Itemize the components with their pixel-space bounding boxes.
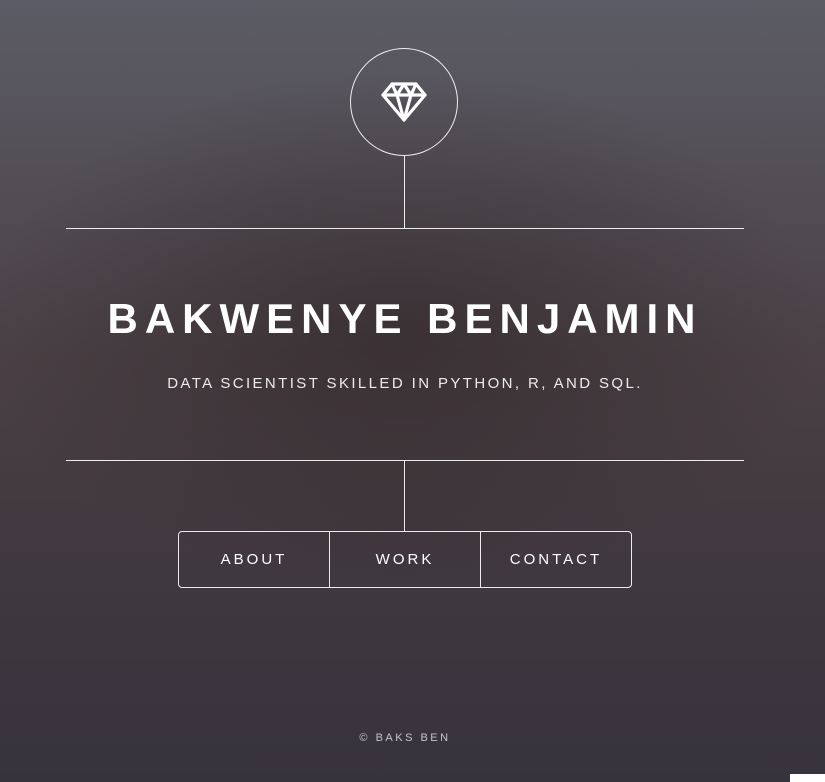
divider-top bbox=[66, 228, 744, 229]
main-nav: ABOUT WORK CONTACT bbox=[178, 531, 632, 588]
page-title: BAKWENYE BENJAMIN bbox=[107, 295, 703, 342]
nav-contact[interactable]: CONTACT bbox=[480, 532, 631, 587]
nav-about[interactable]: ABOUT bbox=[179, 532, 329, 587]
connector-line-top bbox=[404, 156, 405, 228]
page: BAKWENYE BENJAMIN DATA SCIENTIST SKILLED… bbox=[0, 0, 825, 782]
diamond-icon bbox=[380, 81, 428, 123]
connector-line-bottom bbox=[404, 461, 405, 531]
logo-circle bbox=[350, 48, 458, 156]
footer-copyright: © BAKS BEN bbox=[359, 732, 451, 744]
divider-bottom bbox=[66, 460, 744, 461]
page-subtitle: DATA SCIENTIST SKILLED IN PYTHON, R, AND… bbox=[167, 375, 643, 392]
corner-block bbox=[790, 774, 825, 782]
nav-work[interactable]: WORK bbox=[329, 532, 480, 587]
